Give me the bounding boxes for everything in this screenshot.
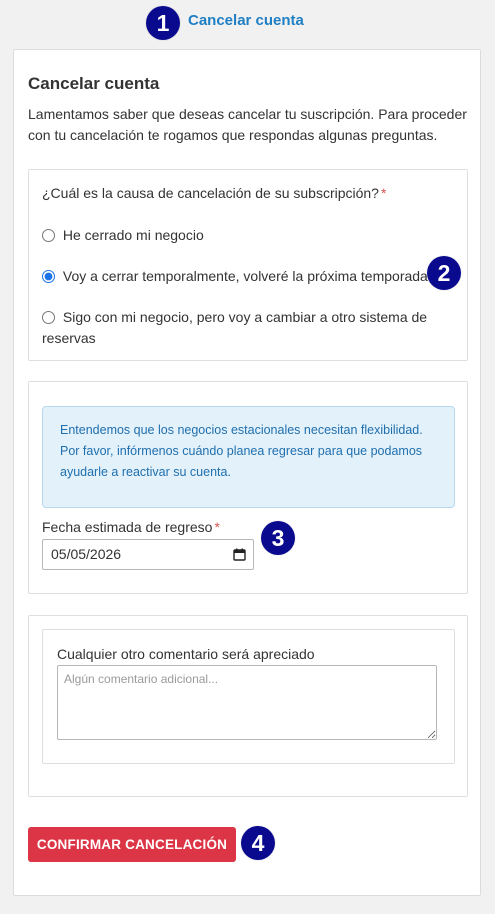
comment-inner-panel: Cualquier otro comentario será apreciado (42, 629, 455, 764)
required-asterisk: * (214, 519, 220, 535)
reason-question-text: ¿Cuál es la causa de cancelación de su s… (42, 185, 379, 201)
seasonal-info-alert: Entendemos que los negocios estacionales… (42, 406, 455, 508)
reason-radio-closed[interactable] (42, 229, 55, 242)
card-intro-text: Lamentamos saber que deseas cancelar tu … (28, 106, 467, 143)
reason-option-switch-system[interactable]: Sigo con mi negocio, pero voy a cambiar … (42, 307, 442, 349)
card-title: Cancelar cuenta (28, 74, 160, 93)
reason-radio-switch-system[interactable] (42, 311, 55, 324)
return-date-panel: Entendemos que los negocios estacionales… (28, 381, 468, 594)
step-badge-4: 4 (241, 826, 275, 860)
reason-option-label: He cerrado mi negocio (62, 227, 204, 243)
reason-radio-temporary[interactable] (42, 270, 55, 283)
comment-panel: Cualquier otro comentario será apreciado (28, 615, 468, 797)
cancel-account-link[interactable]: Cancelar cuenta (188, 12, 304, 29)
required-asterisk: * (380, 185, 387, 201)
reason-option-label: Sigo con mi negocio, pero voy a cambiar … (42, 309, 428, 346)
return-date-label: Fecha estimada de regreso * (42, 519, 220, 535)
reason-option-label: Voy a cerrar temporalmente, volveré la p… (62, 268, 428, 284)
reason-option-closed[interactable]: He cerrado mi negocio (42, 225, 442, 246)
step-badge-3: 3 (261, 521, 295, 555)
reason-option-temporary[interactable]: Voy a cerrar temporalmente, volveré la p… (42, 266, 442, 287)
confirm-cancellation-button[interactable]: CONFIRMAR CANCELACIÓN (28, 827, 236, 862)
return-date-input[interactable]: 05/05/2026 (42, 539, 254, 570)
step-badge-1: 1 (146, 6, 180, 40)
return-date-label-text: Fecha estimada de regreso (42, 519, 213, 535)
return-date-value: 05/05/2026 (51, 546, 122, 562)
step-badge-2: 2 (427, 256, 461, 290)
reason-panel: ¿Cuál es la causa de cancelación de su s… (28, 169, 468, 361)
calendar-icon[interactable] (233, 548, 246, 561)
reason-question: ¿Cuál es la causa de cancelación de su s… (42, 185, 386, 201)
comment-label: Cualquier otro comentario será apreciado (57, 646, 315, 662)
cancel-account-card: Cancelar cuenta Lamentamos saber que des… (13, 49, 481, 896)
comment-textarea[interactable] (57, 665, 437, 740)
